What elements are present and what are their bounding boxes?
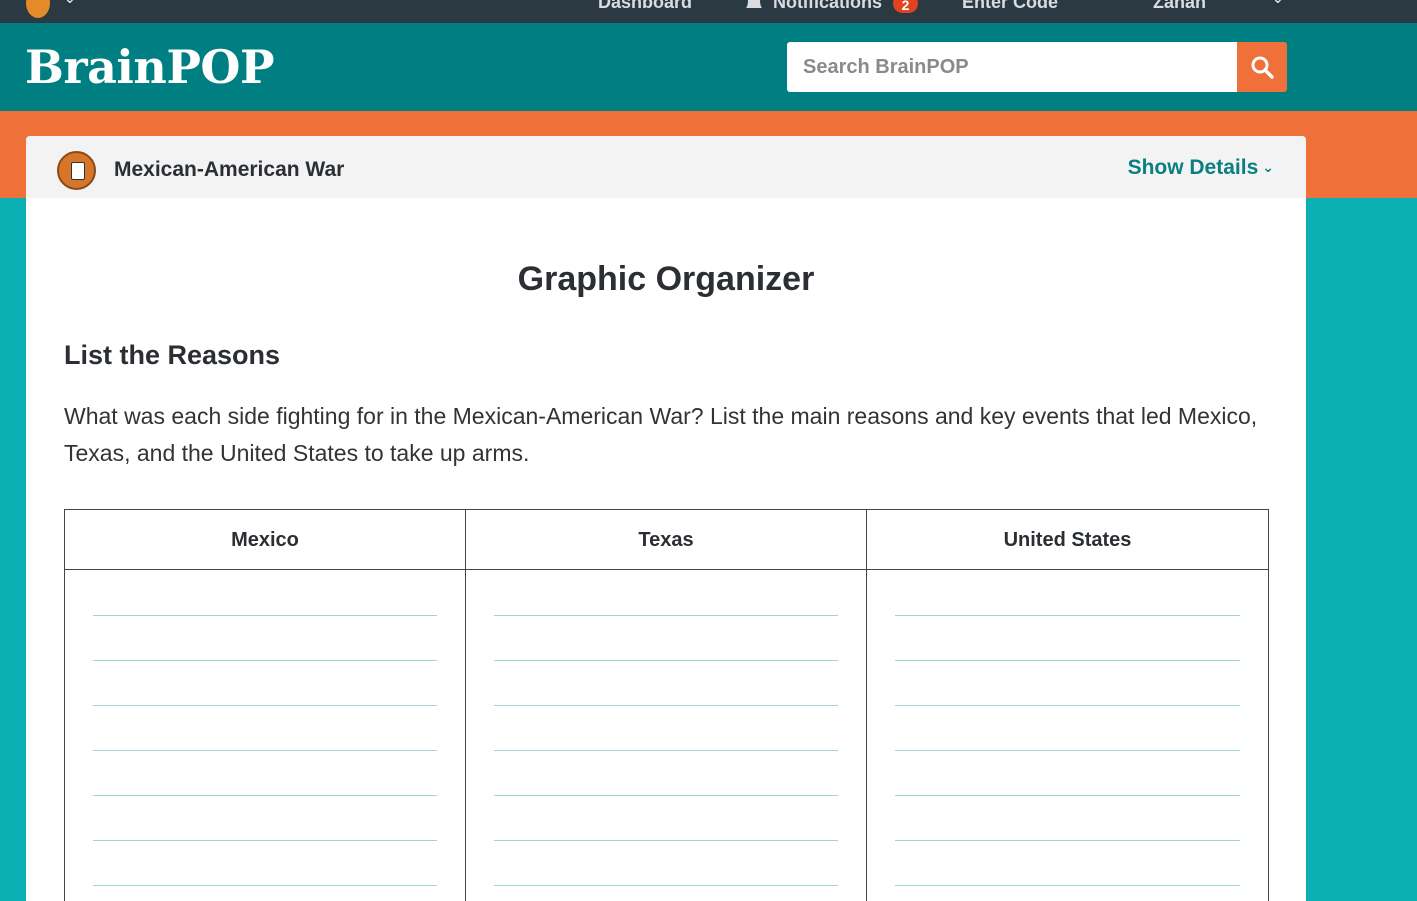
writing-line[interactable]	[93, 705, 437, 706]
writing-line[interactable]	[93, 615, 437, 616]
column-header: Mexico	[65, 510, 465, 570]
top-nav-bar: ⌄ Dashboard Notifications 2 Enter Code Z…	[0, 0, 1417, 23]
writing-line[interactable]	[895, 795, 1240, 796]
column-texas: Texas	[466, 510, 867, 901]
writing-line[interactable]	[494, 615, 838, 616]
bell-icon[interactable]	[742, 0, 766, 12]
writing-line[interactable]	[895, 615, 1240, 616]
writing-line[interactable]	[494, 660, 838, 661]
writing-line[interactable]	[895, 885, 1240, 886]
writing-line[interactable]	[93, 750, 437, 751]
writing-line[interactable]	[93, 885, 437, 886]
writing-line[interactable]	[895, 750, 1240, 751]
notification-count-badge: 2	[893, 0, 918, 13]
search-icon	[1251, 56, 1274, 79]
writing-line[interactable]	[494, 705, 838, 706]
writing-line[interactable]	[895, 840, 1240, 841]
writing-line[interactable]	[895, 705, 1240, 706]
column-header: Texas	[466, 510, 866, 570]
site-header: BrainPOP	[0, 23, 1417, 111]
writing-line[interactable]	[494, 840, 838, 841]
writing-line[interactable]	[494, 750, 838, 751]
topic-title[interactable]: Mexican-American War	[114, 158, 344, 182]
chevron-down-icon[interactable]: ⌄	[64, 0, 76, 7]
show-details-button[interactable]: Show Details ⌄	[1128, 156, 1274, 180]
chevron-down-icon: ⌄	[1262, 159, 1274, 175]
writing-line[interactable]	[93, 840, 437, 841]
notifications-link[interactable]: Notifications	[773, 0, 882, 13]
column-header: United States	[867, 510, 1268, 570]
topic-icon	[57, 151, 96, 190]
graphic-organizer-table: Mexico Texas United States	[64, 509, 1269, 901]
writing-line[interactable]	[93, 795, 437, 796]
column-mexico: Mexico	[65, 510, 466, 901]
topic-header: Mexican-American War Show Details ⌄	[26, 136, 1306, 198]
show-details-label: Show Details	[1127, 156, 1259, 179]
dashboard-link[interactable]: Dashboard	[598, 0, 692, 13]
page-title: Graphic Organizer	[517, 260, 815, 298]
content-card: Mexican-American War Show Details ⌄ Graph…	[26, 136, 1306, 901]
writing-line[interactable]	[494, 885, 838, 886]
search-input[interactable]	[787, 42, 1237, 92]
moby-avatar-icon[interactable]	[26, 0, 50, 18]
column-united-states: United States	[867, 510, 1268, 901]
chevron-down-icon[interactable]: ⌄	[1272, 0, 1284, 7]
search-button[interactable]	[1237, 42, 1287, 92]
section-title: List the Reasons	[64, 340, 281, 370]
writing-line[interactable]	[895, 660, 1240, 661]
prompt-text: What was each side fighting for in the M…	[64, 403, 1258, 466]
user-menu[interactable]: Zahan	[1153, 0, 1206, 13]
enter-code-link[interactable]: Enter Code	[962, 0, 1058, 13]
writing-line[interactable]	[93, 660, 437, 661]
brainpop-logo[interactable]: BrainPOP	[25, 39, 275, 95]
writing-line[interactable]	[494, 795, 838, 796]
